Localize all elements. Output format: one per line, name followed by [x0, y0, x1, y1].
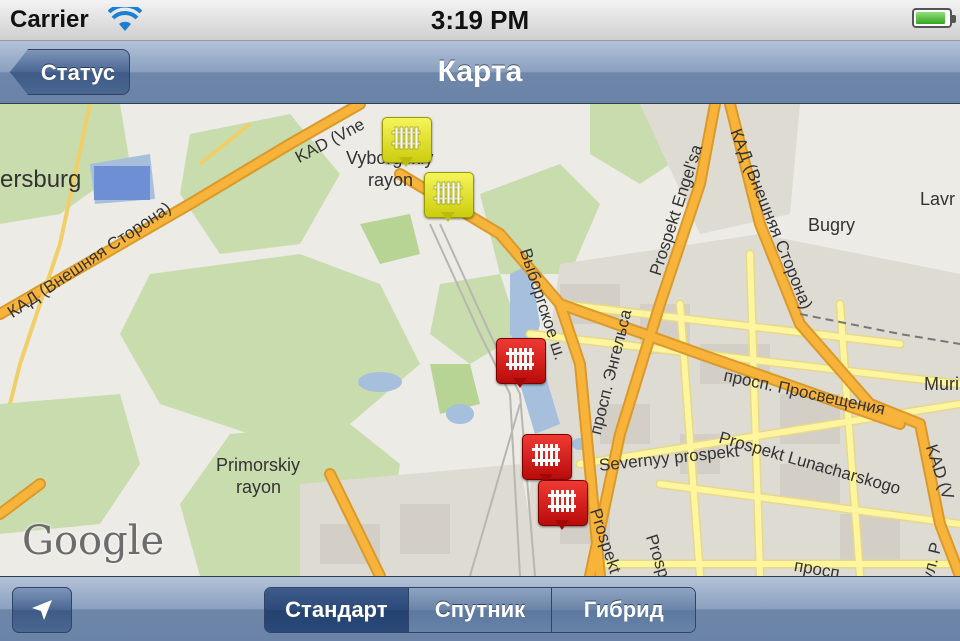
radiator-icon	[506, 348, 534, 370]
status-time: 3:19 PM	[430, 5, 530, 35]
place-label: ersburg	[0, 166, 82, 193]
place-label: rayon	[368, 170, 414, 190]
segment-hybrid[interactable]: Гибрид	[551, 588, 695, 632]
map-pin-yellow[interactable]	[424, 172, 474, 226]
map-type-segmented-control: Стандарт Спутник Гибрид	[264, 587, 696, 633]
map-pin-yellow[interactable]	[382, 117, 432, 171]
place-label: Muri	[924, 374, 959, 394]
battery-icon	[912, 8, 956, 28]
radiator-icon	[548, 490, 576, 512]
locate-me-button[interactable]	[12, 587, 72, 633]
status-bar: Carrier 3:19 PM	[0, 0, 960, 41]
bottom-toolbar: Стандарт Спутник Гибрид	[0, 576, 960, 641]
segment-standard[interactable]: Стандарт	[265, 588, 408, 632]
map-view[interactable]: ersburg Vyborgskiy rayon Bugry Lavr Muri…	[0, 104, 960, 576]
place-label: Primorskiy	[216, 455, 300, 475]
place-label: Lavr	[920, 189, 956, 209]
radiator-icon	[433, 181, 463, 205]
radiator-icon	[532, 444, 560, 466]
radiator-icon	[391, 126, 421, 150]
page-title: Карта	[437, 55, 523, 88]
navigation-bar: Статус Карта	[0, 41, 960, 104]
google-logo: Google	[22, 518, 165, 564]
segment-satellite[interactable]: Спутник	[407, 588, 552, 632]
map-tiles	[0, 104, 960, 576]
place-label: rayon	[236, 477, 282, 497]
map-pin-red[interactable]	[496, 338, 546, 392]
map-pin-red[interactable]	[538, 480, 588, 534]
location-arrow-icon	[32, 600, 52, 620]
place-label: Bugry	[808, 215, 856, 235]
